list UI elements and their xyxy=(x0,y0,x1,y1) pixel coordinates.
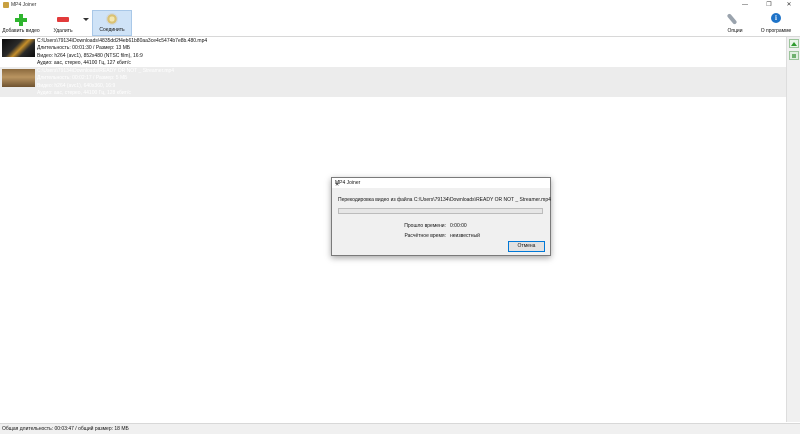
elapsed-label: Прошло времени: xyxy=(404,223,446,229)
move-up-button[interactable] xyxy=(789,39,799,48)
video-duration-size: Длительность: 00:02:17 / Размер: 5 МБ xyxy=(37,75,128,82)
chevron-down-icon xyxy=(83,18,89,21)
about-label: О программе xyxy=(760,28,792,34)
delete-dropdown-button[interactable] xyxy=(82,10,90,36)
dialog-title-bar: MP4 Joiner ✕ xyxy=(332,178,550,188)
list-item[interactable]: C:\Users\79134\Downloads\4835dd2f4eb61b8… xyxy=(0,37,786,67)
audio-info: Аудио: aac, стерео, 44100 Гц, 128 кбит/с xyxy=(37,89,131,96)
progress-dialog: MP4 Joiner ✕ Перекодировка видео из файл… xyxy=(331,177,551,256)
progress-bar xyxy=(338,208,543,214)
title-bar: MP4 Joiner — ❐ ✕ xyxy=(0,0,800,10)
add-video-label: Добавить видео xyxy=(2,28,40,34)
status-text: Общая длительность: 00:03:47 / общий раз… xyxy=(2,426,129,432)
close-window-button[interactable]: ✕ xyxy=(778,0,800,10)
join-button[interactable]: Соединить xyxy=(92,10,132,36)
delete-label: Удалить xyxy=(53,28,73,34)
elapsed-value: 0:00:00 xyxy=(450,223,467,229)
video-path: C:\Users\79134\Downloads\READY OR NOT _ … xyxy=(37,68,175,74)
dialog-close-button[interactable]: ✕ xyxy=(335,180,547,190)
join-label: Соединить xyxy=(99,27,125,33)
delete-button[interactable]: Удалить xyxy=(46,10,80,36)
estimated-label: Расчётное время: xyxy=(404,233,446,239)
video-info: Видео: h264 (avc1), 640x360, 16:9 xyxy=(37,82,116,89)
status-bar: Общая длительность: 00:03:47 / общий раз… xyxy=(0,423,800,434)
video-meta: C:\Users\79134\Downloads\4835dd2f4eb61b8… xyxy=(37,38,207,67)
move-down-button[interactable] xyxy=(789,51,799,60)
maximize-button[interactable]: ❐ xyxy=(758,0,780,10)
minimize-button[interactable]: — xyxy=(734,0,756,10)
about-button[interactable]: i О программе xyxy=(756,10,796,36)
window-title: MP4 Joiner xyxy=(11,2,37,8)
plus-icon xyxy=(15,14,27,26)
video-thumbnail xyxy=(2,69,35,87)
minus-icon xyxy=(57,17,69,22)
app-icon xyxy=(3,2,9,8)
options-label: Опции xyxy=(727,28,743,34)
info-icon: i xyxy=(771,13,781,23)
options-button[interactable]: Опции xyxy=(720,10,750,36)
wrench-icon xyxy=(726,13,738,25)
add-video-button[interactable]: Добавить видео xyxy=(0,10,42,36)
video-thumbnail xyxy=(2,39,35,57)
video-path: C:\Users\79134\Downloads\4835dd2f4eb61b8… xyxy=(37,38,208,44)
toolbar: Добавить видео Удалить Соединить Опции i… xyxy=(0,10,800,37)
estimated-value: неизвестный xyxy=(450,233,480,239)
video-duration-size: Длительность: 00:01:30 / Размер: 13 МБ xyxy=(37,45,131,52)
cancel-button[interactable]: Отмена xyxy=(508,241,545,252)
video-info: Видео: h264 (avc1), 852x480 (NTSC film),… xyxy=(37,52,143,59)
side-panel xyxy=(786,37,800,422)
join-icon xyxy=(106,13,118,25)
list-item[interactable]: C:\Users\79134\Downloads\READY OR NOT _ … xyxy=(0,67,786,97)
video-meta: C:\Users\79134\Downloads\READY OR NOT _ … xyxy=(37,68,174,97)
dialog-message: Перекодировка видео из файла C:\Users\79… xyxy=(338,197,551,203)
